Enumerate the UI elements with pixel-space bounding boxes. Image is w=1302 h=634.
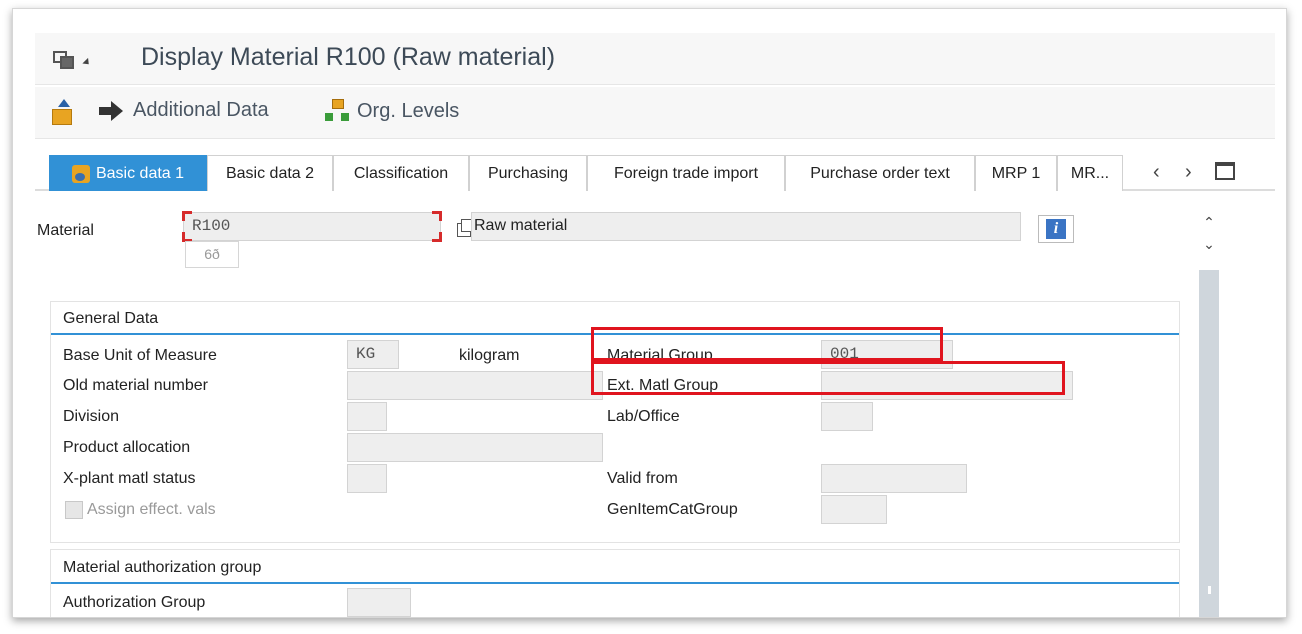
division-field[interactable]: [347, 402, 387, 431]
scroll-up-icon[interactable]: ⌃: [1198, 214, 1220, 234]
basic-data-icon: [71, 164, 90, 183]
gen-item-cat-field[interactable]: [821, 495, 887, 524]
arrow-right-icon: [99, 100, 125, 121]
org-levels-label: Org. Levels: [357, 99, 460, 122]
tab-classification[interactable]: Classification: [333, 155, 469, 191]
sap-window: Display Material R100 (Raw material) Add…: [12, 8, 1287, 618]
chevron-down-icon: [82, 57, 92, 67]
lab-office-label: Lab/Office: [607, 408, 680, 425]
base-uom-label: Base Unit of Measure: [63, 347, 217, 364]
material-group-highlight: [591, 327, 943, 361]
tab-scroll-right-icon[interactable]: ›: [1185, 161, 1192, 184]
material-description-field: Raw material: [471, 212, 1021, 241]
tab-strip: Basic data 1 Basic data 2 Classification…: [35, 155, 1275, 191]
menu-icon: [51, 49, 74, 69]
material-auth-group: Material authorization group Authorizati…: [50, 549, 1180, 617]
xplant-status-field[interactable]: [347, 464, 387, 493]
focus-corner: [432, 211, 442, 221]
product-allocation-label: Product allocation: [63, 439, 191, 456]
lab-office-field[interactable]: [821, 402, 873, 431]
tab-scroll-left-icon[interactable]: ‹: [1153, 161, 1160, 184]
tab-label: Basic data 2: [225, 164, 315, 182]
xplant-status-label: X-plant matl status: [63, 470, 196, 487]
tab-mrp-1[interactable]: MRP 1: [975, 155, 1057, 191]
tab-foreign-trade-import[interactable]: Foreign trade import: [587, 155, 785, 191]
additional-data-label: Additional Data: [133, 99, 269, 121]
group-title: Material authorization group: [63, 559, 262, 576]
menu-button[interactable]: [51, 43, 109, 73]
tab-basic-data-2[interactable]: Basic data 2: [207, 155, 333, 191]
info-icon: i: [1046, 219, 1066, 239]
application-toolbar: Additional Data Org. Levels: [35, 87, 1275, 139]
org-levels-button[interactable]: Org. Levels: [325, 99, 459, 123]
division-label: Division: [63, 408, 120, 425]
copy-icon[interactable]: [457, 219, 474, 237]
group-title: General Data: [63, 310, 159, 327]
export-icon: [51, 99, 75, 125]
base-uom-text: kilogram: [459, 347, 520, 364]
group-divider: [51, 582, 1179, 584]
page-title: Display Material R100 (Raw material): [141, 43, 556, 71]
product-allocation-field[interactable]: [347, 433, 603, 462]
tab-label: Purchasing: [487, 164, 569, 182]
ext-matl-group-highlight: [591, 361, 1065, 395]
authorization-group-label: Authorization Group: [63, 594, 206, 611]
focus-corner: [432, 232, 442, 242]
scrollbar-track[interactable]: [1199, 270, 1219, 617]
tab-label: Foreign trade import: [613, 164, 759, 182]
vertical-scrollbar[interactable]: ⌃ ⌄: [1198, 214, 1220, 617]
org-levels-icon: [325, 99, 349, 123]
tab-basic-data-1[interactable]: Basic data 1: [49, 155, 207, 191]
tab-label: MR...: [1070, 164, 1110, 182]
display-glasses-button[interactable]: 6ð: [185, 241, 239, 268]
scroll-down-icon[interactable]: ⌄: [1198, 236, 1220, 256]
additional-data-button[interactable]: Additional Data: [99, 99, 269, 122]
info-button[interactable]: i: [1038, 215, 1074, 243]
tab-label: Classification: [353, 164, 449, 182]
tab-mrp-more[interactable]: MR...: [1057, 155, 1123, 191]
title-bar: Display Material R100 (Raw material): [35, 33, 1275, 85]
valid-from-label: Valid from: [607, 470, 678, 487]
material-field[interactable]: R100: [183, 212, 441, 241]
base-uom-field[interactable]: KG: [347, 340, 399, 369]
assign-effect-label: Assign effect. vals: [87, 501, 216, 518]
assign-effect-checkbox[interactable]: [65, 501, 83, 519]
valid-from-field[interactable]: [821, 464, 967, 493]
tab-label: MRP 1: [991, 164, 1041, 182]
tab-list-icon[interactable]: [1215, 162, 1235, 180]
export-button[interactable]: [51, 99, 75, 125]
tab-purchasing[interactable]: Purchasing: [469, 155, 587, 191]
material-label: Material: [37, 222, 94, 239]
old-material-label: Old material number: [63, 377, 208, 394]
authorization-group-field[interactable]: [347, 588, 411, 617]
display-glasses-icon: 6ð: [204, 246, 220, 262]
old-material-field[interactable]: [347, 371, 603, 400]
focus-corner: [182, 211, 192, 221]
tab-purchase-order-text[interactable]: Purchase order text: [785, 155, 975, 191]
tab-label: Basic data 1: [95, 164, 185, 182]
scrollbar-grip: [1208, 586, 1211, 594]
tab-label: Purchase order text: [810, 164, 950, 182]
gen-item-cat-label: GenItemCatGroup: [607, 501, 738, 518]
